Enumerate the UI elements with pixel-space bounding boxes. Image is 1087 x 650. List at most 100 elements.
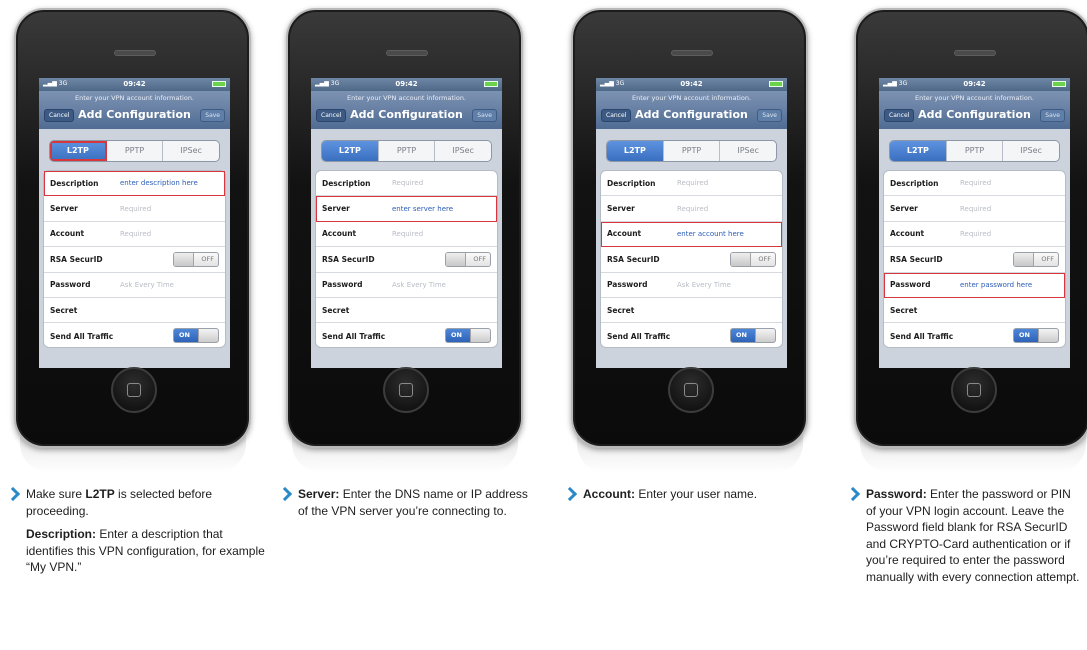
segment-l2tp[interactable]: L2TP: [607, 141, 664, 161]
caption-text: Password: Enter the password or PIN of y…: [850, 486, 1082, 585]
account-field[interactable]: Required: [960, 230, 991, 238]
secret-row[interactable]: Secret: [884, 298, 1065, 324]
description-field[interactable]: Required: [677, 179, 708, 187]
caption-text: Account: Enter your user name.: [567, 486, 825, 503]
caption-subtext: Description: Enter a description that id…: [10, 526, 268, 576]
password-label: Password: [890, 280, 931, 290]
server-label: Server: [322, 204, 350, 214]
account-field[interactable]: enter account here: [677, 230, 744, 238]
segment-l2tp[interactable]: L2TP: [50, 141, 107, 161]
battery-icon: [769, 81, 783, 87]
description-row[interactable]: Description Required: [884, 171, 1065, 197]
secret-row[interactable]: Secret: [44, 298, 225, 324]
save-button[interactable]: Save: [472, 109, 497, 122]
home-button[interactable]: [383, 367, 429, 413]
save-button[interactable]: Save: [200, 109, 225, 122]
instruction-caption: Password: Enter the password or PIN of y…: [845, 486, 1082, 592]
send-all-traffic-label: Send All Traffic: [322, 331, 386, 341]
description-field[interactable]: enter description here: [120, 179, 198, 187]
save-button[interactable]: Save: [757, 109, 782, 122]
segment-pptp[interactable]: PPTP: [107, 141, 164, 161]
server-row[interactable]: Server Required: [601, 196, 782, 222]
rsa-securid-toggle[interactable]: OFF: [173, 252, 219, 268]
home-button[interactable]: [668, 367, 714, 413]
protocol-segmented-control: L2TP PPTP IPSec: [321, 140, 492, 162]
server-label: Server: [50, 204, 78, 214]
description-row[interactable]: Description Required: [316, 171, 497, 197]
speaker-grille: [671, 50, 713, 56]
segment-pptp[interactable]: PPTP: [664, 141, 721, 161]
toggle-state-label: OFF: [201, 255, 214, 264]
toggle-knob: [174, 253, 194, 267]
password-field[interactable]: enter password here: [960, 281, 1032, 289]
segment-l2tp[interactable]: L2TP: [890, 141, 947, 161]
navigation-bar: Enter your VPN account information. Canc…: [311, 91, 502, 129]
home-button[interactable]: [951, 367, 997, 413]
segment-ipsec[interactable]: IPSec: [163, 141, 219, 161]
server-field[interactable]: enter server here: [392, 205, 453, 213]
send-all-traffic-toggle[interactable]: ON: [730, 328, 776, 344]
status-time: 09:42: [123, 80, 146, 88]
send-all-traffic-toggle[interactable]: ON: [445, 328, 491, 344]
segment-ipsec[interactable]: IPSec: [720, 141, 776, 161]
caption-bold-2: Description:: [26, 527, 97, 541]
password-row[interactable]: Password Ask Every Time: [316, 273, 497, 298]
segment-l2tp[interactable]: L2TP: [322, 141, 379, 161]
server-row[interactable]: Server Required: [44, 196, 225, 222]
send-all-traffic-toggle[interactable]: ON: [1013, 328, 1059, 344]
secret-row[interactable]: Secret: [601, 298, 782, 324]
password-row[interactable]: Password enter password here: [884, 272, 1065, 298]
send-all-traffic-row: Send All Traffic ON: [44, 323, 225, 348]
account-field[interactable]: Required: [392, 230, 423, 238]
home-square-icon: [684, 383, 698, 397]
instruction-panel-4: ▂▄▆ 3G 09:42 Enter your VPN account info…: [840, 0, 1087, 650]
server-row[interactable]: Server enter server here: [316, 196, 497, 222]
account-row[interactable]: Account Required: [884, 222, 1065, 248]
caption-bold: L2TP: [85, 487, 115, 501]
segment-pptp[interactable]: PPTP: [947, 141, 1004, 161]
description-label: Description: [322, 178, 371, 188]
description-field[interactable]: Required: [392, 179, 423, 187]
server-row[interactable]: Server Required: [884, 196, 1065, 222]
description-row[interactable]: Description enter description here: [44, 171, 225, 197]
description-row[interactable]: Description Required: [601, 171, 782, 197]
send-all-traffic-toggle[interactable]: ON: [173, 328, 219, 344]
secret-label: Secret: [890, 305, 918, 315]
server-field[interactable]: Required: [677, 205, 708, 213]
segment-pptp[interactable]: PPTP: [379, 141, 436, 161]
toggle-knob: [1014, 253, 1034, 267]
phone-screen: ▂▄▆ 3G 09:42 Enter your VPN account info…: [879, 78, 1070, 368]
account-row[interactable]: Account Required: [44, 222, 225, 248]
instruction-panel-2: ▂▄▆ 3G 09:42 Enter your VPN account info…: [272, 0, 543, 650]
protocol-segmented-control: L2TP PPTP IPSec: [606, 140, 777, 162]
caption-bold: Account:: [583, 487, 635, 501]
segment-ipsec[interactable]: IPSec: [1003, 141, 1059, 161]
home-button[interactable]: [111, 367, 157, 413]
password-row[interactable]: Password Ask Every Time: [44, 273, 225, 298]
account-row[interactable]: Account Required: [316, 222, 497, 248]
rsa-securid-toggle[interactable]: OFF: [445, 252, 491, 268]
account-field[interactable]: Required: [120, 230, 151, 238]
instruction-caption: Account: Enter your user name.: [562, 486, 825, 510]
caption-bold: Server:: [298, 487, 340, 501]
password-field[interactable]: Ask Every Time: [677, 281, 731, 289]
password-field[interactable]: Ask Every Time: [120, 281, 174, 289]
password-row[interactable]: Password Ask Every Time: [601, 273, 782, 298]
server-field[interactable]: Required: [120, 205, 151, 213]
save-button[interactable]: Save: [1040, 109, 1065, 122]
server-field[interactable]: Required: [960, 205, 991, 213]
description-field[interactable]: Required: [960, 179, 991, 187]
send-all-traffic-label: Send All Traffic: [607, 331, 671, 341]
secret-label: Secret: [50, 305, 78, 315]
rsa-securid-toggle[interactable]: OFF: [730, 252, 776, 268]
rsa-securid-label: RSA SecurID: [607, 254, 660, 264]
segment-ipsec[interactable]: IPSec: [435, 141, 491, 161]
rsa-securid-toggle[interactable]: OFF: [1013, 252, 1059, 268]
password-label: Password: [50, 280, 91, 290]
toggle-state-label: OFF: [473, 255, 486, 264]
account-row[interactable]: Account enter account here: [601, 221, 782, 248]
rsa-securid-label: RSA SecurID: [50, 254, 103, 264]
iphone-device: ▂▄▆ 3G 09:42 Enter your VPN account info…: [14, 8, 251, 448]
secret-row[interactable]: Secret: [316, 298, 497, 324]
password-field[interactable]: Ask Every Time: [392, 281, 446, 289]
